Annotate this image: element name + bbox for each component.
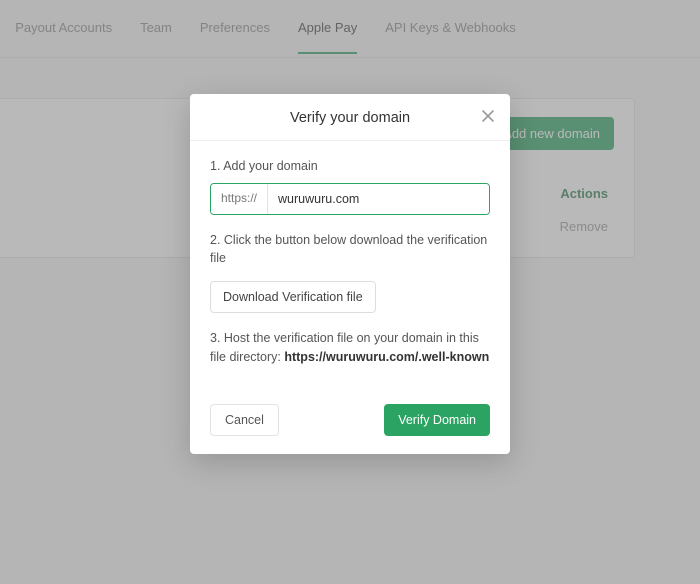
download-verification-button[interactable]: Download Verification file [210,281,376,313]
cancel-button[interactable]: Cancel [210,404,279,436]
domain-input[interactable] [268,184,489,214]
modal-body: 1. Add your domain https:// 2. Click the… [190,141,510,380]
modal-footer: Cancel Verify Domain [190,390,510,454]
modal-overlay: Verify your domain 1. Add your domain ht… [0,0,700,584]
modal-header: Verify your domain [190,94,510,141]
protocol-prefix: https:// [211,184,268,214]
verify-domain-button[interactable]: Verify Domain [384,404,490,436]
step-3-path: https://wuruwuru.com/.well-known [284,350,489,364]
domain-input-group: https:// [210,183,490,215]
verify-domain-modal: Verify your domain 1. Add your domain ht… [190,94,510,454]
modal-title: Verify your domain [206,110,494,126]
close-icon[interactable] [478,106,498,126]
step-1-label: 1. Add your domain [210,157,490,175]
step-2-label: 2. Click the button below download the v… [210,231,490,267]
step-3-label: 3. Host the verification file on your do… [210,329,490,365]
